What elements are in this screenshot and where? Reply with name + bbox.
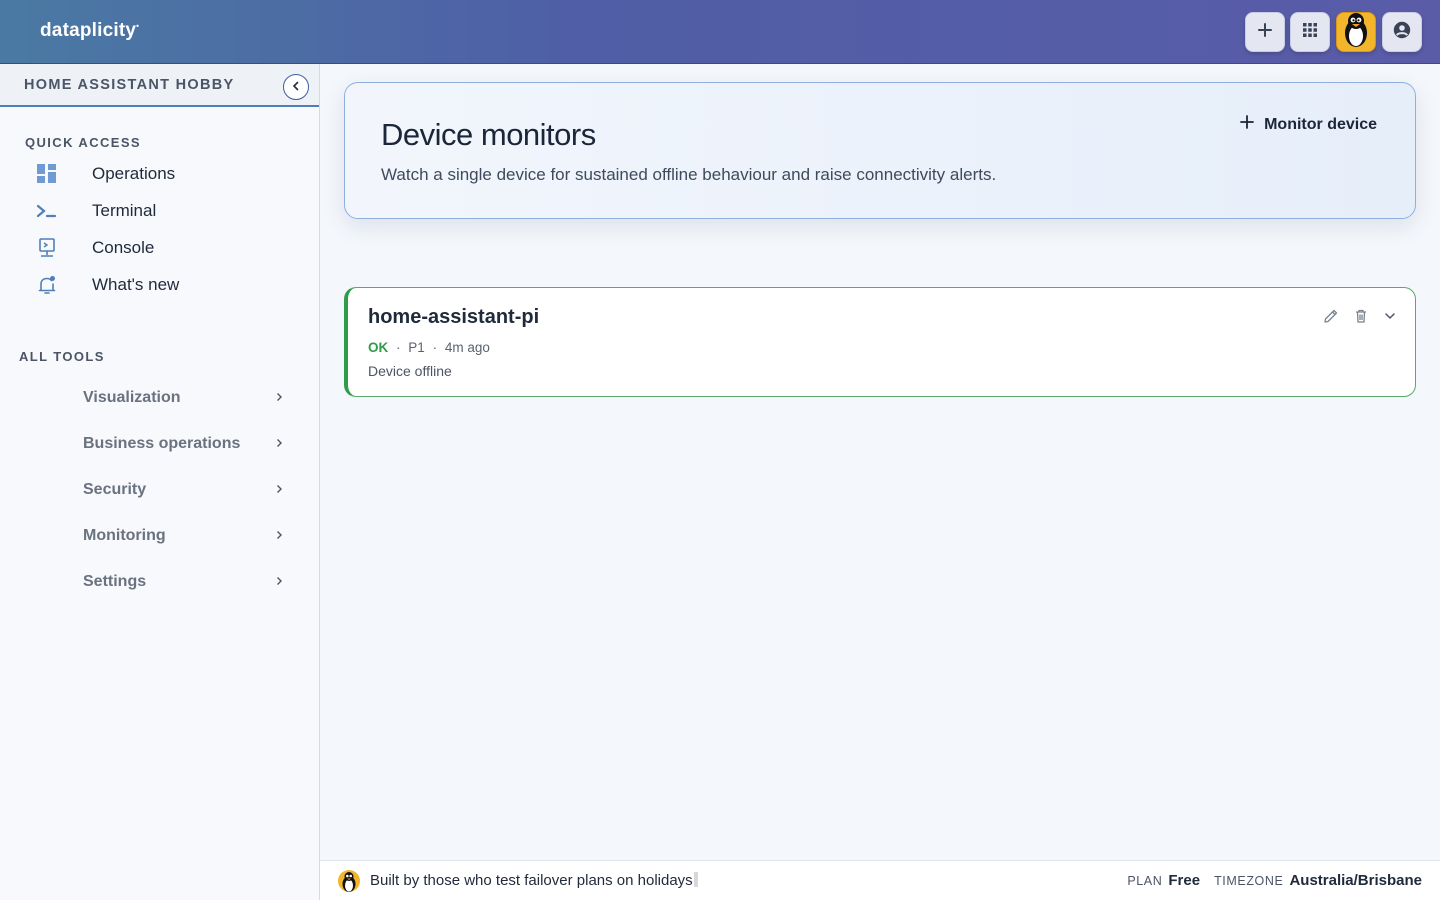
monitor-card[interactable]: home-assistant-pi OK · P1 · 4m ago Devic…	[344, 287, 1416, 397]
footer: Built by those who test failover plans o…	[320, 860, 1440, 900]
add-button[interactable]	[1245, 12, 1285, 52]
tool-label: Security	[83, 481, 147, 498]
tool-label: Settings	[83, 573, 147, 590]
tool-settings[interactable]: Settings	[83, 567, 283, 597]
monitor-description: Device offline	[368, 363, 452, 379]
plan-value: Free	[1168, 872, 1201, 889]
plus-icon	[1240, 115, 1254, 134]
monitor-actions	[1323, 308, 1397, 324]
footer-info: PLAN Free TIMEZONE Australia/Brisbane	[1127, 872, 1422, 889]
tagline-text: Built by those who test failover plans o…	[370, 872, 693, 889]
sidebar-item-console[interactable]: Console	[24, 232, 304, 264]
monitor-name: home-assistant-pi	[368, 306, 540, 328]
chevron-right-icon	[275, 573, 283, 591]
sidebar-item-label: Operations	[92, 164, 176, 183]
apps-button[interactable]	[1290, 12, 1330, 52]
quick-access-label: QUICK ACCESS	[25, 135, 141, 150]
monitor-age: 4m ago	[444, 340, 490, 355]
chevron-down-icon[interactable]	[1383, 309, 1397, 323]
chevron-right-icon	[275, 389, 283, 407]
status-badge: OK	[368, 340, 389, 355]
app-logo[interactable]: dataplicity•	[40, 20, 139, 42]
grid-icon	[1302, 22, 1318, 43]
chevron-right-icon	[275, 435, 283, 453]
plan-info: PLAN Free	[1127, 872, 1200, 889]
tool-label: Monitoring	[83, 527, 166, 544]
sidebar-item-label: What's new	[92, 275, 180, 294]
monitor-device-button[interactable]: Monitor device	[1240, 115, 1377, 134]
user-circle-icon	[1393, 21, 1411, 44]
tool-label: Visualization	[83, 389, 181, 406]
trash-icon[interactable]	[1353, 308, 1369, 324]
page-subtitle: Watch a single device for sustained offl…	[381, 165, 997, 184]
timezone-value: Australia/Brisbane	[1289, 872, 1422, 889]
workspace-title[interactable]: HOME ASSISTANT HOBBY	[24, 77, 234, 93]
logo-text: dataplicity	[40, 20, 137, 41]
separator: ·	[432, 340, 438, 355]
workspace-header: HOME ASSISTANT HOBBY	[0, 64, 319, 107]
logo-mark: •	[136, 21, 140, 31]
bell-icon	[24, 275, 70, 295]
sidebar-item-operations[interactable]: Operations	[24, 158, 304, 190]
top-bar: dataplicity•	[0, 0, 1440, 64]
console-icon	[24, 238, 70, 258]
avatar-button[interactable]	[1336, 12, 1376, 52]
timezone-info: TIMEZONE Australia/Brisbane	[1214, 872, 1422, 889]
tux-icon	[338, 870, 360, 892]
chevron-left-icon	[291, 78, 301, 96]
monitor-meta: OK · P1 · 4m ago	[368, 340, 490, 355]
tool-label: Business operations	[83, 435, 241, 452]
monitor-device-label: Monitor device	[1264, 115, 1377, 133]
tool-business-operations[interactable]: Business operations	[83, 429, 283, 459]
plus-icon	[1257, 22, 1273, 43]
plan-label: PLAN	[1127, 874, 1163, 888]
page-header-card: Device monitors Watch a single device fo…	[344, 82, 1416, 219]
timezone-label: TIMEZONE	[1214, 874, 1284, 888]
tool-security[interactable]: Security	[83, 475, 283, 505]
tool-visualization[interactable]: Visualization	[83, 383, 283, 413]
dashboard-icon	[24, 164, 70, 184]
page-title: Device monitors	[381, 117, 596, 152]
edit-icon[interactable]	[1323, 308, 1339, 324]
collapse-sidebar-button[interactable]	[283, 74, 309, 100]
monitor-priority: P1	[408, 340, 425, 355]
all-tools-label: ALL TOOLS	[19, 349, 105, 364]
sidebar-item-whats-new[interactable]: What's new	[24, 269, 304, 301]
sidebar-item-label: Console	[92, 238, 155, 257]
footer-tagline: Built by those who test failover plans o…	[370, 872, 698, 889]
text-caret	[693, 872, 698, 887]
tool-monitoring[interactable]: Monitoring	[83, 521, 283, 551]
separator: ·	[396, 340, 401, 355]
sidebar-item-label: Terminal	[92, 201, 157, 220]
terminal-icon	[24, 203, 70, 219]
account-button[interactable]	[1382, 12, 1422, 52]
sidebar-item-terminal[interactable]: Terminal	[24, 195, 304, 227]
chevron-right-icon	[275, 527, 283, 545]
sidebar: HOME ASSISTANT HOBBY QUICK ACCESS Operat…	[0, 64, 320, 900]
chevron-right-icon	[275, 481, 283, 499]
tux-avatar-icon	[1339, 13, 1373, 51]
